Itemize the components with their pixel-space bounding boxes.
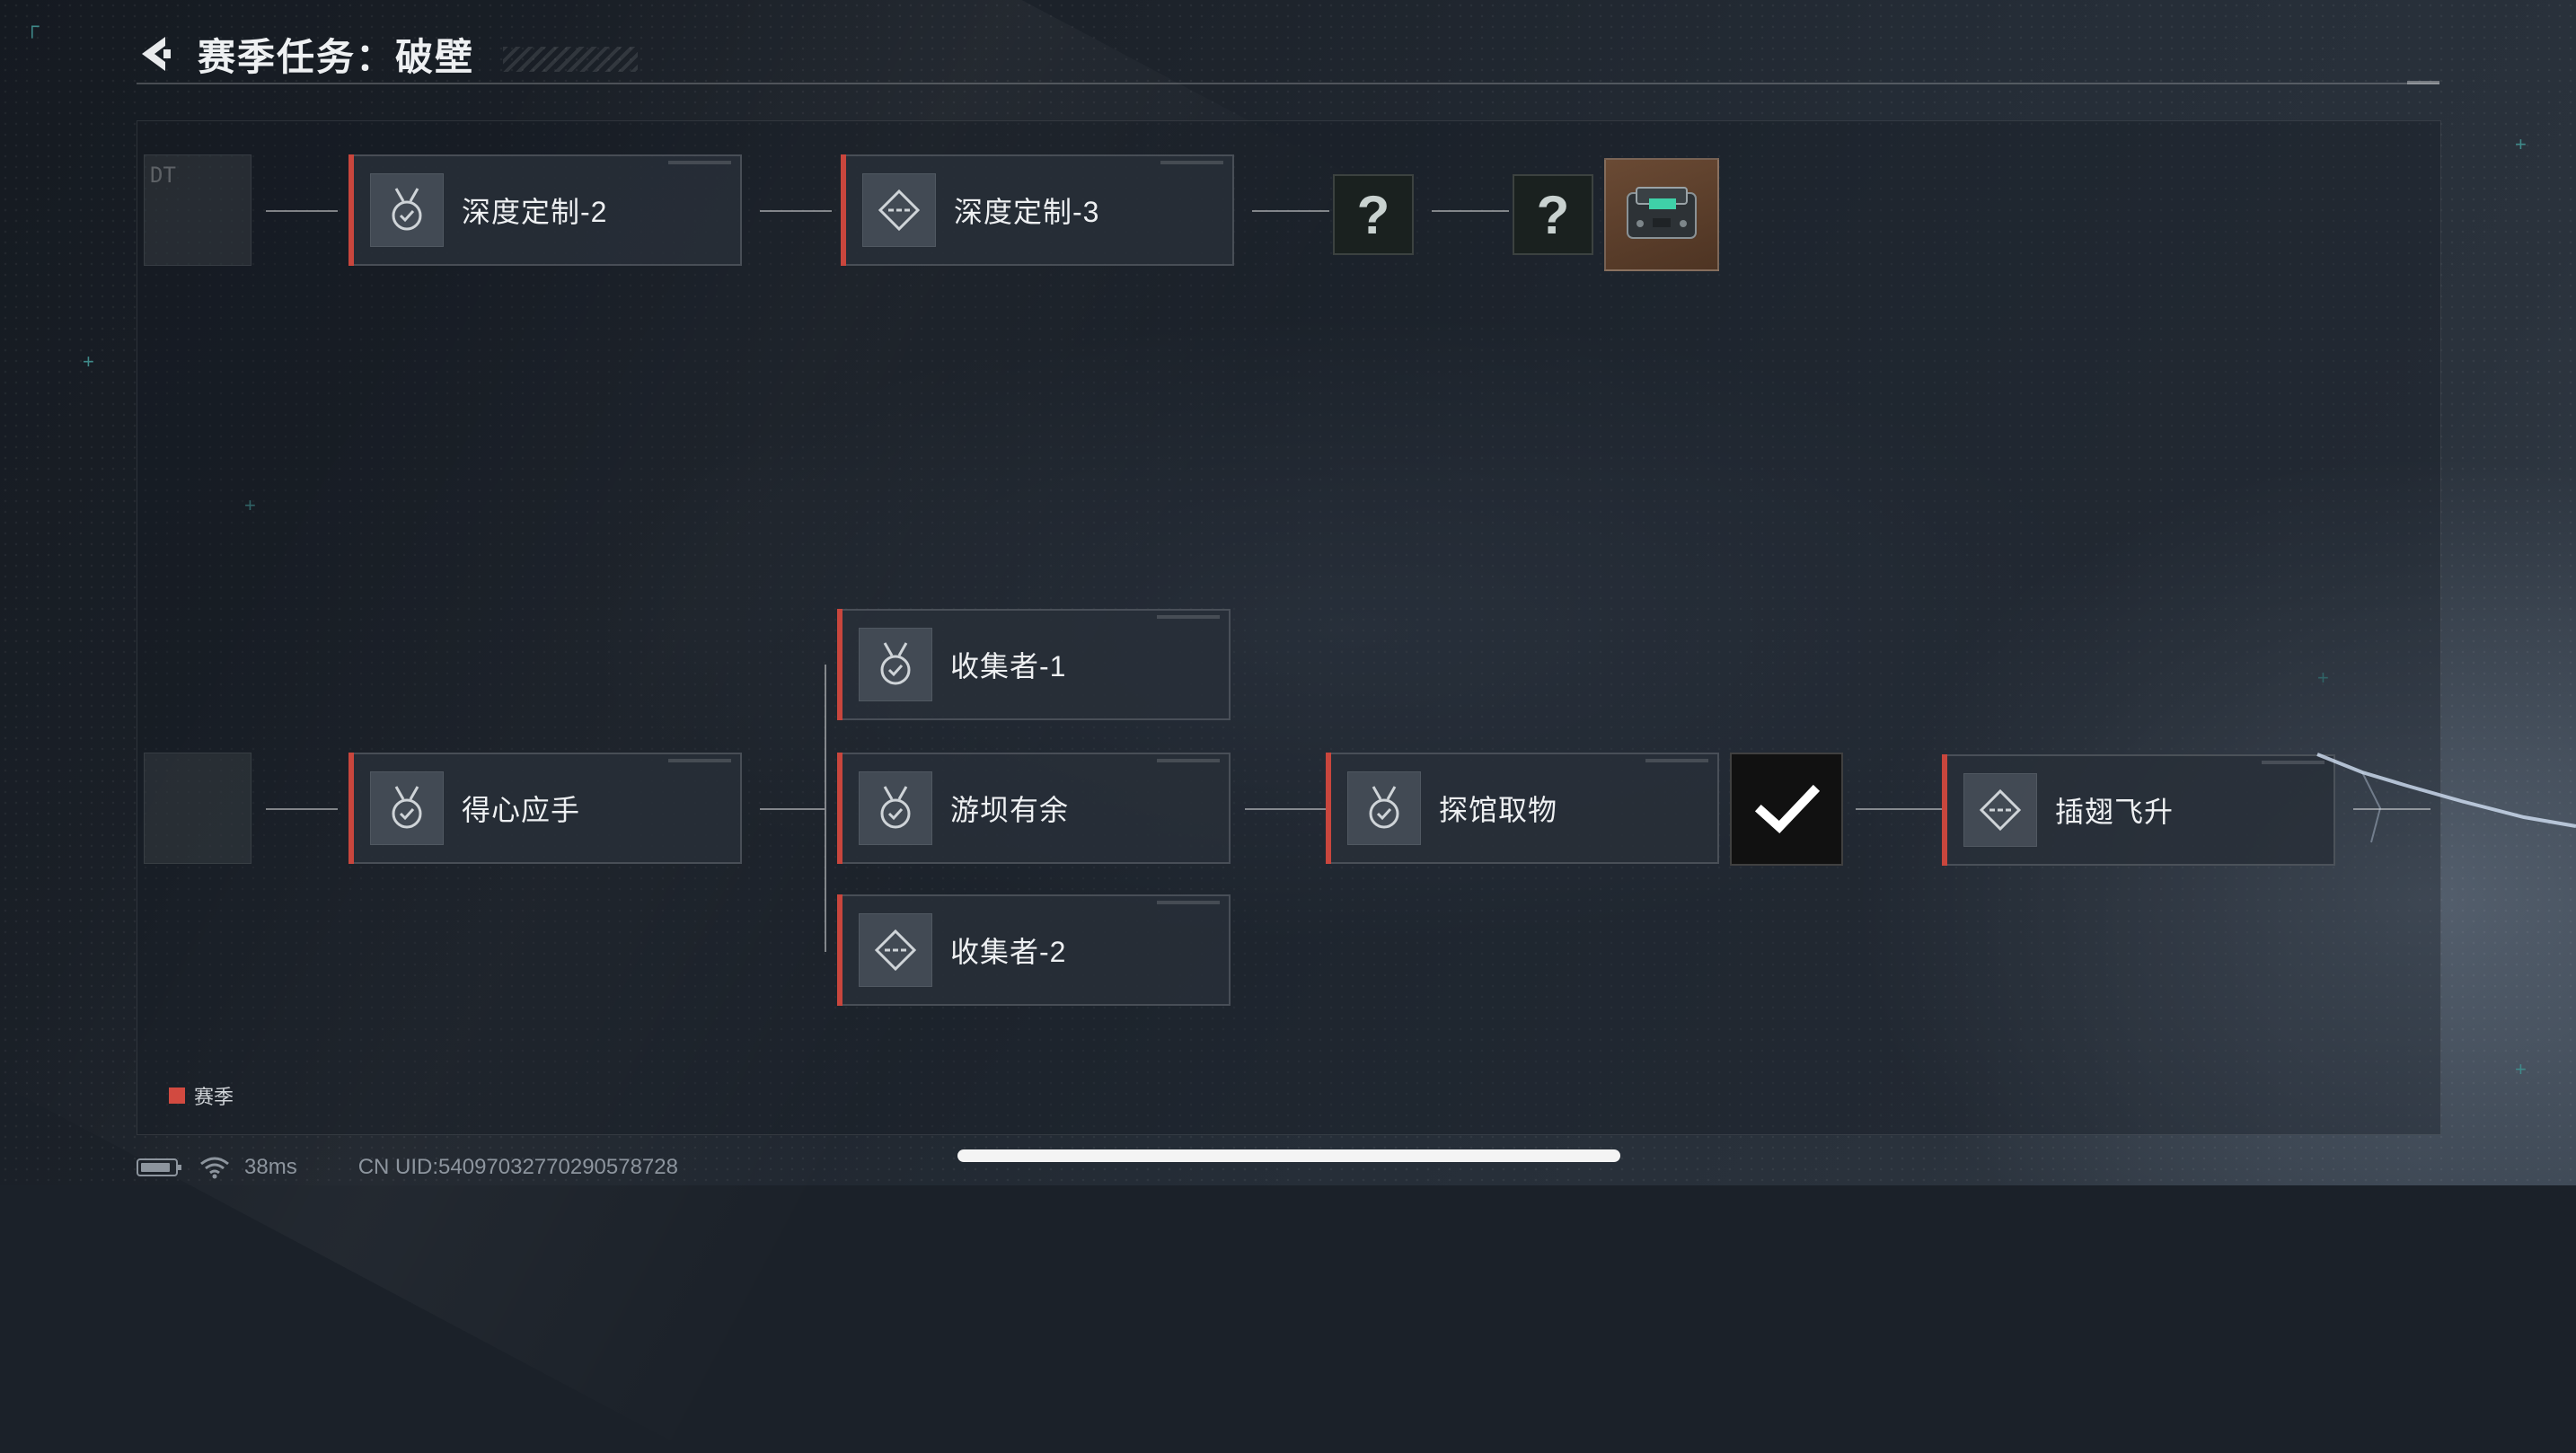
hud-plus-mark: + <box>83 350 94 373</box>
quest-label: 深度定制-3 <box>954 196 1100 228</box>
node-tag-decoration <box>668 161 731 164</box>
node-tag-decoration <box>1157 759 1220 762</box>
wifi-icon <box>200 1157 229 1179</box>
quest-node-dam-spare[interactable]: 游坝有余 <box>837 753 1231 864</box>
connector <box>266 210 338 212</box>
quest-node-soar[interactable]: 插翅飞升 <box>1942 754 2335 866</box>
checkmark-icon <box>1754 784 1821 833</box>
medal-check-icon <box>1347 771 1421 845</box>
quest-label: 收集者-2 <box>950 936 1067 968</box>
quest-label: 游坝有余 <box>950 794 1070 826</box>
ping-value: 38ms <box>244 1155 297 1179</box>
completed-reward[interactable] <box>1730 753 1843 866</box>
hud-corner-mark: ┌ <box>25 14 40 37</box>
page-header: 赛季任务：破壁 <box>137 25 474 83</box>
connector <box>266 808 338 810</box>
connector <box>760 210 832 212</box>
node-tag-decoration <box>1157 615 1220 619</box>
unknown-quest-box[interactable]: ? <box>1333 174 1414 255</box>
unknown-quest-box[interactable]: ? <box>1513 174 1593 255</box>
hud-plus-mark: + <box>2515 1058 2527 1080</box>
medal-check-icon <box>859 771 932 845</box>
legend-swatch <box>169 1088 185 1104</box>
branch-connector <box>825 665 826 952</box>
connector <box>1245 808 1326 810</box>
home-indicator[interactable] <box>957 1149 1620 1162</box>
medal-check-icon <box>370 173 444 247</box>
user-uid: CN UID:54097032770290578728 <box>357 1155 678 1179</box>
back-arrow-icon[interactable] <box>137 33 178 75</box>
diamond-dash-icon <box>1963 773 2037 847</box>
quest-tree-panel <box>137 120 2441 1135</box>
lightning-decoration <box>2316 753 2576 843</box>
quest-node-handy[interactable]: 得心应手 <box>348 753 742 864</box>
hud-plus-mark: + <box>2515 133 2527 155</box>
medal-check-icon <box>859 628 932 701</box>
title-hatch-decoration <box>503 47 638 72</box>
connector <box>1856 808 1942 810</box>
locked-prev-node[interactable]: DT <box>144 154 251 266</box>
connector <box>760 808 825 810</box>
header-divider-accent <box>2407 81 2439 84</box>
locked-prev-node[interactable] <box>144 753 251 864</box>
legend-label: 赛季 <box>194 1086 234 1108</box>
connector <box>1432 210 1509 212</box>
ghost-node-text: DT <box>150 163 176 188</box>
quest-node-collector-1[interactable]: 收集者-1 <box>837 609 1231 720</box>
connector <box>1252 210 1329 212</box>
status-bar: 38ms CN UID:54097032770290578728 <box>137 1155 678 1180</box>
quest-label: 探馆取物 <box>1439 794 1558 826</box>
diamond-dash-icon <box>859 913 932 987</box>
quest-node-explore-retrieve[interactable]: 探馆取物 <box>1326 753 1719 864</box>
page-title: 赛季任务：破壁 <box>198 35 475 78</box>
quest-node-deep-custom-2[interactable]: 深度定制-2 <box>348 154 742 266</box>
node-tag-decoration <box>1645 759 1708 762</box>
reward-item[interactable] <box>1604 158 1719 271</box>
medal-check-icon <box>370 771 444 845</box>
quest-label: 插翅飞升 <box>2055 796 2175 828</box>
quest-node-collector-2[interactable]: 收集者-2 <box>837 894 1231 1006</box>
node-tag-decoration <box>1160 161 1223 164</box>
quest-label: 得心应手 <box>462 794 581 826</box>
legend: 赛季 <box>169 1081 234 1110</box>
node-tag-decoration <box>1157 901 1220 904</box>
battery-icon <box>137 1158 181 1176</box>
quest-label: 收集者-1 <box>950 650 1067 682</box>
quest-label: 深度定制-2 <box>462 196 608 228</box>
quest-node-deep-custom-3[interactable]: 深度定制-3 <box>841 154 1234 266</box>
device-case-icon <box>1627 187 1697 239</box>
node-tag-decoration <box>668 759 731 762</box>
diamond-dash-icon <box>862 173 936 247</box>
header-divider <box>137 83 2439 84</box>
